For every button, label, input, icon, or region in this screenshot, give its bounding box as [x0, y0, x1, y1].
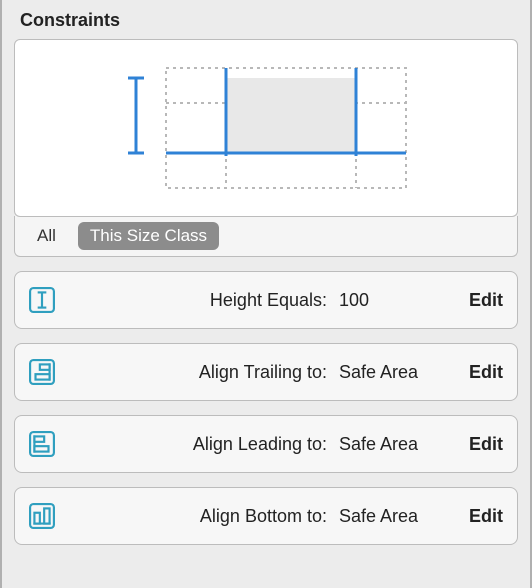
constraint-label: Align Bottom to:: [63, 506, 333, 527]
section-title: Constraints: [14, 10, 518, 31]
align-bottom-icon: [29, 503, 55, 529]
filter-size-class-button[interactable]: This Size Class: [78, 222, 219, 250]
constraint-label: Align Trailing to:: [63, 362, 333, 383]
constraints-panel: Constraints All This Size Class: [0, 0, 532, 588]
constraint-row-bottom[interactable]: Align Bottom to: Safe Area Edit: [14, 487, 518, 545]
edit-button[interactable]: Edit: [453, 434, 503, 455]
constraint-label: Align Leading to:: [63, 434, 333, 455]
constraint-value: Safe Area: [333, 434, 453, 455]
height-icon: [29, 287, 55, 313]
constraint-row-height[interactable]: Height Equals: 100 Edit: [14, 271, 518, 329]
edit-button[interactable]: Edit: [453, 506, 503, 527]
constraint-value: 100: [333, 290, 453, 311]
constraint-value: Safe Area: [333, 362, 453, 383]
constraint-row-leading[interactable]: Align Leading to: Safe Area Edit: [14, 415, 518, 473]
edit-button[interactable]: Edit: [453, 362, 503, 383]
constraint-diagram-canvas[interactable]: [14, 39, 518, 217]
align-trailing-icon: [29, 359, 55, 385]
filter-bar: All This Size Class: [14, 216, 518, 257]
constraint-label: Height Equals:: [63, 290, 333, 311]
constraint-value: Safe Area: [333, 506, 453, 527]
constraint-diagram: [106, 48, 426, 208]
edit-button[interactable]: Edit: [453, 290, 503, 311]
align-leading-icon: [29, 431, 55, 457]
filter-all-button[interactable]: All: [25, 222, 68, 250]
constraint-row-trailing[interactable]: Align Trailing to: Safe Area Edit: [14, 343, 518, 401]
